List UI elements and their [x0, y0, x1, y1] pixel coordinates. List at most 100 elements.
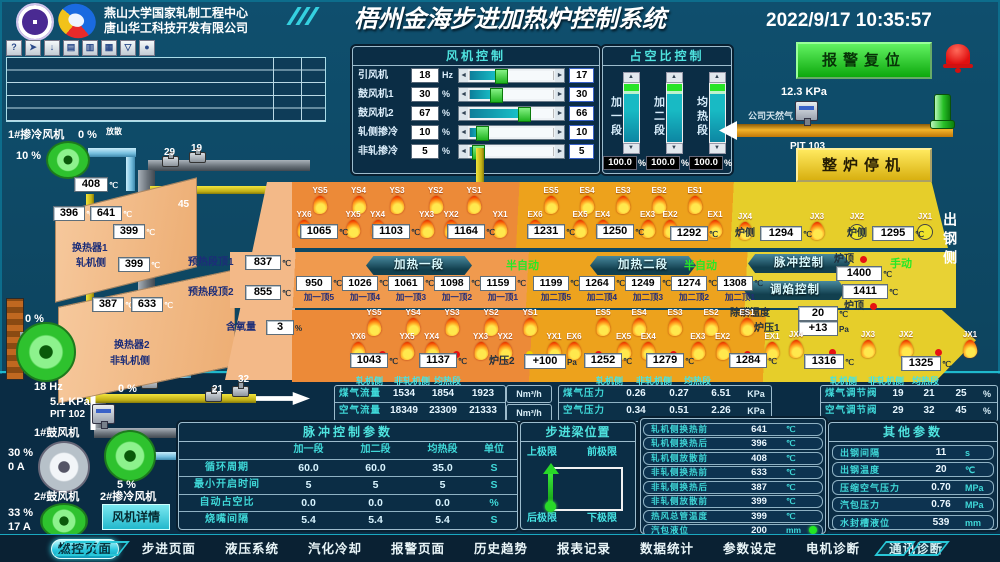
descale-temp-box: 20 — [798, 306, 838, 321]
row-value: 633 — [740, 468, 778, 477]
fan-slider[interactable]: ◄ ► — [458, 144, 565, 159]
slider-track[interactable] — [469, 109, 554, 118]
filter-icon[interactable]: ▽ — [120, 40, 136, 56]
slider-down-arrow[interactable]: ▼ — [623, 143, 640, 154]
gas-valve-icon[interactable] — [934, 94, 951, 122]
pressure-transmitter-icon[interactable] — [795, 101, 818, 121]
table-row: 循环周期60.060.035.0S — [179, 459, 517, 477]
fan-setpoint[interactable]: 17 — [569, 68, 594, 83]
download-icon[interactable]: ↓ — [44, 40, 60, 56]
burner-label: YX2 — [497, 332, 512, 341]
fan-unit: Hz — [442, 71, 458, 80]
gas-shutoff-valve-icon[interactable] — [232, 386, 249, 397]
slider-right-arrow[interactable]: ► — [555, 88, 564, 101]
burner-label: ES2 — [703, 308, 718, 317]
duty-slider[interactable]: ▲ ▼ — [709, 72, 726, 154]
slider-left-arrow[interactable]: ◄ — [459, 88, 468, 101]
pressure-table: 煤气压力0.260.276.51KPa空气压力0.340.512.26KPa — [558, 385, 772, 422]
nav-tab[interactable]: 液压系统 — [219, 540, 285, 559]
fan-control-row: 鼓风机2 67 % ◄ ► 66 — [353, 104, 599, 123]
slider-thumb[interactable] — [518, 107, 531, 122]
furnace-stop-button[interactable]: 整炉停机 — [796, 148, 932, 182]
folder-icon[interactable]: ▤ — [63, 40, 79, 56]
slider-up-arrow[interactable]: ▲ — [666, 72, 683, 83]
fan-slider[interactable]: ◄ ► — [458, 68, 565, 83]
nav-tab[interactable]: 步进页面 — [136, 540, 202, 559]
fan1-pct: 0 % — [78, 129, 97, 142]
slider-left-arrow[interactable]: ◄ — [459, 145, 468, 158]
unit-label: mm — [965, 518, 981, 528]
slider-up-arrow[interactable]: ▲ — [709, 72, 726, 83]
blower1-pct: 30 % — [8, 447, 33, 460]
report-icon[interactable]: ▦ — [101, 40, 117, 56]
help-icon[interactable]: ? — [6, 40, 22, 56]
burner-label: YS4 — [405, 308, 420, 317]
duty-slider-column: 均热段 ▲ ▼ 100.0% — [689, 72, 732, 170]
lock-icon[interactable]: ● — [139, 40, 155, 56]
induced-draft-fan-icon[interactable] — [16, 322, 76, 382]
dilution-fan2-icon[interactable] — [104, 430, 156, 482]
fan-slider[interactable]: ◄ ► — [458, 106, 565, 121]
duty-slider-track[interactable] — [623, 83, 640, 143]
fan-label: 鼓风机2 — [358, 109, 411, 119]
unit-c: ℃ — [803, 230, 812, 239]
alarm-list-grid[interactable] — [6, 57, 326, 122]
valve-table: 煤气调节阀192125%空气调节阀293245% — [820, 385, 998, 422]
unit-c: ℃ — [458, 357, 467, 366]
blower1-icon[interactable] — [38, 441, 90, 493]
flow-table: 煤气流量153418541923空气流量183492330921333 — [334, 385, 506, 422]
burner-label: EX4 — [641, 332, 656, 341]
fan-unit: % — [442, 128, 458, 137]
burner-label: YS4 — [351, 186, 366, 195]
nav-tab[interactable]: 参数设定 — [717, 540, 783, 559]
slider-left-arrow[interactable]: ◄ — [459, 69, 468, 82]
chart-icon[interactable]: ▥ — [82, 40, 98, 56]
gas-pressure: 12.3 KPa — [781, 86, 827, 99]
nav-tab[interactable]: 报表记录 — [551, 540, 617, 559]
slider-left-arrow[interactable]: ◄ — [459, 126, 468, 139]
fan-detail-button[interactable]: 风机详情 — [102, 504, 170, 530]
slider-right-arrow[interactable]: ► — [555, 69, 564, 82]
fan-feedback-value: 30 — [411, 87, 439, 102]
oxygen-box: 3 — [266, 320, 294, 335]
duty-slider[interactable]: ▲ ▼ — [623, 72, 640, 154]
slider-right-arrow[interactable]: ► — [555, 107, 564, 120]
nav-tab[interactable]: 报警页面 — [385, 540, 451, 559]
fan-setpoint[interactable]: 10 — [569, 125, 594, 140]
unit-c: ℃ — [685, 357, 694, 366]
fan-setpoint[interactable]: 5 — [569, 144, 594, 159]
dilution-fan1-icon[interactable] — [46, 141, 90, 179]
fan-setpoint[interactable]: 30 — [569, 87, 594, 102]
fan-slider[interactable]: ◄ ► — [458, 125, 565, 140]
slider-right-arrow[interactable]: ► — [555, 145, 564, 158]
slider-down-arrow[interactable]: ▼ — [709, 143, 726, 154]
nav-tab[interactable]: 数据统计 — [634, 540, 700, 559]
slider-up-arrow[interactable]: ▲ — [623, 72, 640, 83]
slider-down-arrow[interactable]: ▼ — [666, 143, 683, 154]
cell: 23309 — [423, 406, 463, 416]
roof-temp: 1159℃加一顶1 — [480, 276, 526, 302]
duty-slider[interactable]: ▲ ▼ — [666, 72, 683, 154]
nav-tab[interactable]: 历史趋势 — [468, 540, 534, 559]
slider-track[interactable] — [469, 128, 554, 137]
slider-right-arrow[interactable]: ► — [555, 126, 564, 139]
toolbar-icon-glyph: ➤ — [29, 42, 37, 52]
alarm-reset-button[interactable]: 报警复位 — [796, 42, 932, 79]
slider-thumb[interactable] — [490, 88, 503, 103]
nav-tab[interactable]: 电机诊断 — [800, 540, 866, 559]
slider-thumb[interactable] — [476, 126, 489, 141]
nav-tab[interactable]: 汽化冷却 — [302, 540, 368, 559]
duty-slider-track[interactable] — [666, 83, 683, 143]
slider-thumb[interactable] — [495, 69, 508, 84]
slider-track[interactable] — [469, 90, 554, 99]
slider-left-arrow[interactable]: ◄ — [459, 107, 468, 120]
pit102-transmitter-icon[interactable] — [92, 404, 115, 424]
send-icon[interactable]: ➤ — [25, 40, 41, 56]
fan-slider[interactable]: ◄ ► — [458, 87, 565, 102]
roof-temp-label: 加一顶4 — [350, 293, 380, 302]
flow-unit-box: Nm³/h — [506, 404, 552, 422]
duty-slider-track[interactable] — [709, 83, 726, 143]
slider-track[interactable] — [469, 71, 554, 80]
fan-setpoint[interactable]: 66 — [569, 106, 594, 121]
roof-temp-label: 加一顶5 — [304, 293, 334, 302]
